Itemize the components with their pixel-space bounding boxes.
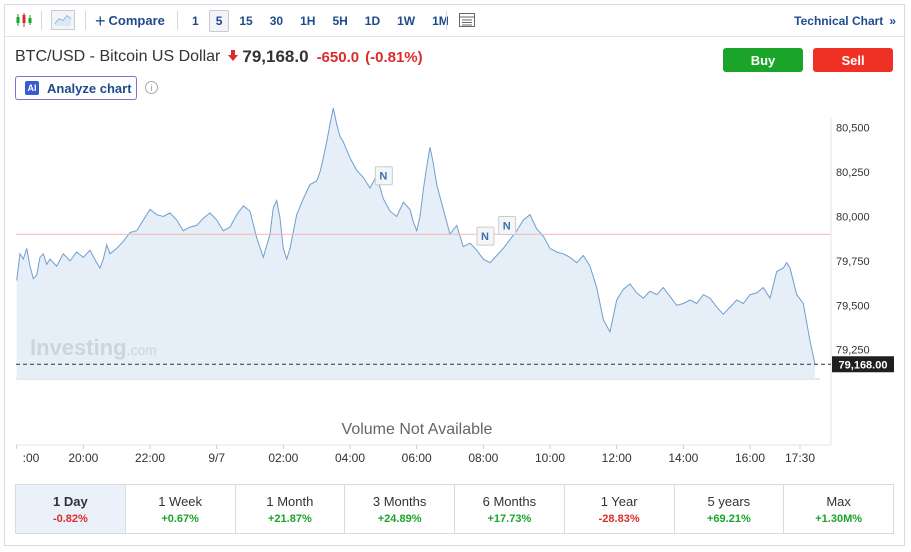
y-tick-label: 79,750 [836, 256, 870, 268]
y-tick-label: 80,500 [836, 123, 870, 135]
period-label: 1 Day [53, 493, 88, 509]
period-label: 1 Week [158, 493, 203, 509]
x-tick-label: 14:00 [668, 451, 698, 465]
period-tile[interactable]: 5 years +69.21% [675, 485, 785, 533]
x-tick-label: 10:00 [535, 451, 565, 465]
x-tick-label: 02:00 [268, 451, 298, 465]
period-change: +1.30M% [815, 512, 863, 525]
y-tick-label: 80,000 [836, 211, 870, 223]
period-change: +24.89% [377, 512, 422, 525]
x-tick-label: 22:00 [135, 451, 165, 465]
period-change: -0.82% [52, 512, 88, 525]
period-label: 3 Months [372, 493, 427, 509]
period-change: -28.83% [598, 512, 640, 525]
chart-widget: + Compare 1 5 15 30 1H 5H 1D 1W 1M Technical Cha… [4, 4, 905, 546]
x-tick-label: 04:00 [335, 451, 365, 465]
news-marker-label: N [503, 220, 511, 232]
x-tick-label: :00 [23, 451, 40, 465]
last-price-label: 79,168.00 [839, 359, 888, 371]
period-tile[interactable]: Max +1.30M% [784, 485, 893, 533]
x-tick-label: 16:00 [735, 451, 765, 465]
period-tile[interactable]: 1 Week +0.67% [126, 485, 236, 533]
y-tick-label: 79,250 [836, 345, 870, 357]
watermark-brand: Investing [30, 335, 127, 360]
x-tick-label: 20:00 [68, 451, 98, 465]
x-tick-label: 17:30 [785, 451, 815, 465]
price-chart: 79,168.00 80,500 80,250 80,000 79,750 79,500 7… [16, 107, 894, 465]
period-tile[interactable]: 1 Year -28.83% [565, 485, 675, 533]
period-tile[interactable]: 6 Months +17.73% [455, 485, 565, 533]
period-label: 1 Year [600, 493, 638, 509]
period-label: Max [826, 493, 851, 509]
period-change: +0.67% [161, 512, 199, 525]
x-tick-label: 9/7 [208, 451, 225, 465]
period-label: 6 Months [482, 493, 537, 509]
period-tile[interactable]: 1 Month +21.87% [236, 485, 346, 533]
x-tick-label: 06:00 [402, 451, 432, 465]
watermark-suffix: .com [127, 342, 157, 358]
y-tick-label: 80,250 [836, 167, 870, 179]
volume-not-available: Volume Not Available [342, 421, 493, 438]
news-marker-label: N [379, 171, 387, 183]
period-label: 5 years [707, 493, 751, 509]
period-change: +21.87% [268, 512, 312, 525]
period-tile[interactable]: 3 Months +24.89% [345, 485, 455, 533]
x-tick-label: 12:00 [602, 451, 632, 465]
period-tile[interactable]: 1 Day -0.82% [16, 485, 126, 533]
news-marker-label: N [481, 231, 489, 243]
period-change: +17.73% [487, 512, 532, 525]
period-change: +69.21% [707, 512, 751, 525]
price-area [16, 108, 815, 379]
x-tick-label: 08:00 [468, 451, 498, 465]
y-tick-label: 79,500 [836, 300, 870, 312]
performance-periods: 1 Day -0.82% 1 Week +0.67% 1 Month +21.87% 3 M… [15, 484, 894, 534]
period-label: 1 Month [266, 493, 314, 509]
